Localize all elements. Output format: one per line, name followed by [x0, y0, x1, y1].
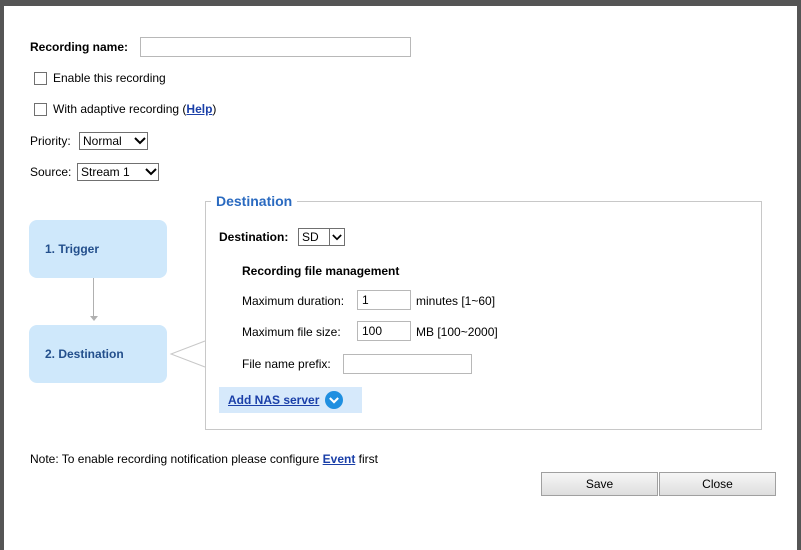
recording-name-input[interactable]: [140, 37, 411, 57]
max-duration-label: Maximum duration:: [242, 294, 345, 308]
step-pointer: [169, 340, 206, 368]
max-file-size-unit: MB [100~2000]: [416, 325, 498, 339]
note-text: Note: To enable recording notification p…: [30, 452, 378, 466]
source-label: Source:: [30, 165, 72, 179]
destination-select[interactable]: SD: [298, 228, 345, 246]
enable-recording-label: Enable this recording: [53, 71, 166, 85]
chevron-down-icon: [133, 133, 147, 149]
priority-value: Normal: [83, 134, 122, 148]
priority-label: Priority:: [30, 134, 71, 148]
step-destination-label: 2. Destination: [45, 347, 124, 361]
max-duration-unit: minutes [1~60]: [416, 294, 496, 308]
chevron-down-icon: [144, 164, 158, 180]
adaptive-recording-text: With adaptive recording (: [53, 102, 187, 116]
add-nas-server-button[interactable]: Add NAS server: [219, 387, 362, 413]
close-button[interactable]: Close: [659, 472, 776, 496]
source-select[interactable]: Stream 1: [77, 163, 159, 181]
adaptive-recording-label: With adaptive recording (Help): [53, 102, 216, 116]
adaptive-recording-text-end: ): [212, 102, 217, 116]
save-button[interactable]: Save: [541, 472, 658, 496]
note-prefix: Note: To enable recording notification p…: [30, 452, 323, 466]
step-connector-arrow: [90, 316, 98, 321]
source-value: Stream 1: [81, 165, 130, 179]
destination-legend: Destination: [211, 193, 298, 209]
max-duration-input[interactable]: [357, 290, 411, 310]
help-link[interactable]: Help: [186, 102, 212, 116]
file-management-title: Recording file management: [242, 264, 400, 278]
window-top-border: [0, 0, 801, 6]
priority-select[interactable]: Normal: [79, 132, 148, 150]
chevron-down-icon: [329, 229, 344, 245]
step-trigger-label: 1. Trigger: [45, 242, 100, 256]
window-right-border: [797, 0, 801, 550]
destination-label: Destination:: [219, 230, 289, 244]
max-file-size-input[interactable]: [357, 321, 411, 341]
step-connector: [93, 278, 94, 318]
file-prefix-input[interactable]: [343, 354, 472, 374]
step-trigger[interactable]: 1. Trigger: [29, 220, 167, 278]
window-left-border: [0, 0, 4, 550]
file-prefix-label: File name prefix:: [242, 357, 331, 371]
event-link[interactable]: Event: [323, 452, 356, 466]
chevron-down-icon: [325, 391, 344, 409]
destination-value: SD: [302, 230, 319, 244]
adaptive-recording-checkbox[interactable]: [34, 103, 47, 116]
recording-name-label: Recording name:: [30, 40, 129, 54]
step-destination[interactable]: 2. Destination: [29, 325, 167, 383]
enable-recording-checkbox[interactable]: [34, 72, 47, 85]
add-nas-server-link[interactable]: Add NAS server: [228, 393, 319, 407]
max-file-size-label: Maximum file size:: [242, 325, 341, 339]
note-suffix: first: [355, 452, 378, 466]
